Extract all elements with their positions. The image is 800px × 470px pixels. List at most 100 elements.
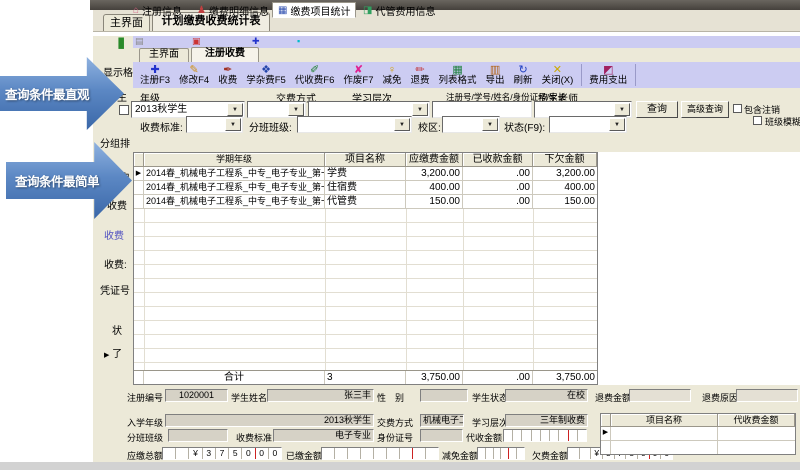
collect-fee-button[interactable]: ✐代收费F6 [291, 63, 339, 87]
student-name-field[interactable]: 张三丰 [267, 389, 374, 402]
plus-icon[interactable]: ✚ [252, 36, 260, 47]
digit-cell: 0 [255, 448, 268, 459]
digit-cell [568, 448, 579, 459]
detail-tabstrip [133, 134, 800, 152]
digit-cell [508, 448, 516, 459]
palette-icon[interactable]: ▣ [192, 36, 201, 47]
refund-amount-label: 退费金额 [595, 391, 631, 404]
reg-no-field[interactable]: 1020001 [165, 389, 228, 402]
agency-table-header: 项目名称 代收费金额 [601, 414, 795, 427]
chevron-down-icon[interactable]: ▼ [412, 103, 428, 116]
list-format-button[interactable]: ▦列表格式 [435, 63, 481, 87]
digit-cell: ¥ [188, 448, 201, 459]
digit-cell [322, 448, 334, 459]
export-button[interactable]: ▥导出 [482, 63, 509, 87]
collect-amount-boxes [503, 429, 587, 442]
tab-register-info[interactable]: ⌂注册信息 [128, 2, 187, 18]
enroll-grade-label: 入学年级 [127, 416, 163, 429]
digit-cell [425, 448, 438, 459]
document-icon[interactable]: ▤ [135, 36, 144, 47]
table-row[interactable]: ▶ 2014春_机械电子工程系_中专_电子专业_第一年 学费 3,200.00 … [134, 167, 597, 181]
app-window: 主界面 计划缴费收费统计表 ▮ ▤ ▣ ✚ ▪ 主界面 注册收费 ✚注册F3 ✎… [0, 0, 800, 470]
total-count: 3 [325, 371, 406, 384]
left-fragment: 显示格 [103, 64, 136, 79]
campus-select[interactable]: ▼ [442, 116, 500, 133]
total-received: .00 [463, 371, 533, 384]
col-due[interactable]: 应缴费金额 [406, 153, 463, 167]
include-cancelled-checkbox[interactable] [733, 104, 742, 113]
col-agency-item[interactable]: 项目名称 [611, 414, 718, 427]
study-level-detail-field[interactable]: 三年制收费 [505, 414, 588, 427]
void-button[interactable]: ✘作废F7 [339, 63, 377, 87]
block-icon[interactable]: ▪ [297, 36, 300, 47]
table-row[interactable]: 2014春_机械电子工程系_中专_电子专业_第一年 代管费 150.00 .00… [134, 195, 597, 209]
row-selector-icon: ▶ [104, 352, 109, 359]
toolbar-separator [635, 64, 636, 86]
reduction-button[interactable]: ♀减免 [378, 63, 405, 87]
grade-checkbox[interactable] [119, 105, 129, 115]
chevron-down-icon[interactable]: ▼ [394, 118, 410, 131]
refund-amount-field[interactable] [629, 389, 691, 402]
refund-reason-field[interactable] [736, 389, 798, 402]
digit-cell [516, 448, 524, 459]
digit-cell: 0 [268, 448, 281, 459]
chevron-down-icon[interactable]: ▼ [482, 118, 498, 131]
fee-standard-detail-field[interactable]: 电子专业 [273, 429, 374, 442]
gender-field[interactable] [420, 389, 468, 402]
pay-method-detail-field[interactable]: 机械电子工程系 [420, 414, 464, 427]
class-fuzzy-checkbox[interactable] [753, 116, 762, 125]
chevron-down-icon[interactable]: ▼ [225, 118, 241, 131]
class-detail-field[interactable] [168, 429, 228, 442]
gender-label: 性 别 [377, 391, 404, 404]
fee-grid: 学期年级 项目名称 应缴费金额 已收款金额 下欠金额 ▶ 2014春_机械电子工… [133, 152, 598, 385]
col-semester[interactable]: 学期年级 [144, 153, 325, 167]
advanced-query-button[interactable]: 高级查询 [681, 101, 729, 118]
inner-tab-main[interactable]: 主界面 [139, 48, 189, 62]
digit-cell [521, 430, 530, 441]
charge-button[interactable]: ✒收费 [214, 63, 241, 87]
refund-button[interactable]: ✏退费 [407, 63, 434, 87]
class-detail-label: 分班班级 [127, 431, 163, 444]
left-fragment: 分组排 [100, 135, 133, 150]
table-row[interactable]: 2014春_机械电子工程系_中专_电子专业_第一年 住宿费 400.00 .00… [134, 181, 597, 195]
student-name-label: 学生姓名 [231, 391, 267, 404]
tuition-button[interactable]: ❖学杂费F5 [242, 63, 290, 87]
expense-button[interactable]: ◩费用支出 [585, 63, 631, 87]
digit-cell [568, 430, 577, 441]
class-select[interactable]: ▼ [297, 116, 412, 133]
col-agency-amount[interactable]: 代收费金额 [718, 414, 795, 427]
enroll-grade-field[interactable]: 2013秋学生 [165, 414, 374, 427]
id-no-label: 身份证号 [377, 431, 413, 444]
id-no-field[interactable] [420, 429, 463, 442]
inner-tab-register-fee[interactable]: 注册收费 [191, 47, 259, 62]
query-button[interactable]: 查询 [636, 101, 678, 118]
table-row[interactable] [601, 441, 795, 454]
notebook-icon: ▮ [117, 36, 125, 50]
study-level-detail-label: 学习层次 [472, 416, 508, 429]
fee-standard-select[interactable]: ▼ [186, 116, 243, 133]
tab-agency-fee-info[interactable]: ◨代管费用信息 [358, 2, 440, 18]
collect-amount-label: 代收金额 [466, 431, 502, 444]
digit-cell [577, 430, 586, 441]
tab-payment-detail[interactable]: ♟缴费明细信息 [192, 2, 274, 18]
status-select[interactable]: ▼ [549, 116, 627, 133]
tab-payment-item-stats[interactable]: ▦缴费项目统计 [272, 2, 356, 18]
register-button[interactable]: ✚注册F3 [136, 63, 174, 87]
table-row[interactable]: ▶ [601, 427, 795, 441]
chevron-down-icon[interactable]: ▼ [609, 118, 625, 131]
people-icon: ◨ [363, 5, 372, 16]
col-owed[interactable]: 下欠金额 [533, 153, 597, 167]
col-received[interactable]: 已收款金额 [463, 153, 533, 167]
modify-button[interactable]: ✎修改F4 [175, 63, 213, 87]
chevron-down-icon[interactable]: ▼ [227, 103, 243, 116]
chevron-down-icon[interactable]: ▼ [614, 103, 630, 116]
chevron-down-icon[interactable]: ▼ [288, 103, 304, 116]
student-status-field[interactable]: 在校 [505, 389, 588, 402]
grid-right-filler [598, 152, 800, 385]
col-item[interactable]: 项目名称 [325, 153, 406, 167]
row-selector-icon: ▶ [601, 427, 611, 441]
refresh-button[interactable]: ↻刷新 [510, 63, 537, 87]
class-label: 分班班级: [249, 119, 292, 134]
reg-no-label: 注册编号 [127, 391, 163, 404]
close-button[interactable]: ✕关闭(X) [538, 63, 578, 87]
